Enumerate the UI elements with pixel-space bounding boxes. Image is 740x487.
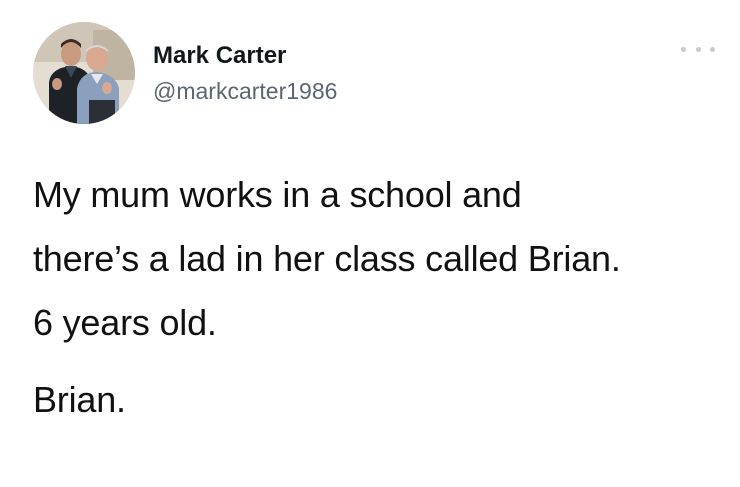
tweet-text-line: 6 years old. [33,302,217,343]
tweet-text-line: My mum works in a school and [33,174,522,215]
dot [710,46,715,52]
author-display-name[interactable]: Mark Carter [153,42,286,70]
dot [695,46,701,52]
more-options-icon[interactable] [681,42,715,56]
avatar[interactable] [33,22,135,124]
dot [681,46,686,52]
tweet-text-line: there’s a lad in her class called Brian. [33,238,621,279]
author-handle[interactable]: @markcarter1986 [153,78,337,105]
profile-photo [33,22,135,124]
tweet-card: Mark Carter @markcarter1986 My mum works… [0,0,740,487]
tweet-text-line: Brian. [33,379,126,420]
